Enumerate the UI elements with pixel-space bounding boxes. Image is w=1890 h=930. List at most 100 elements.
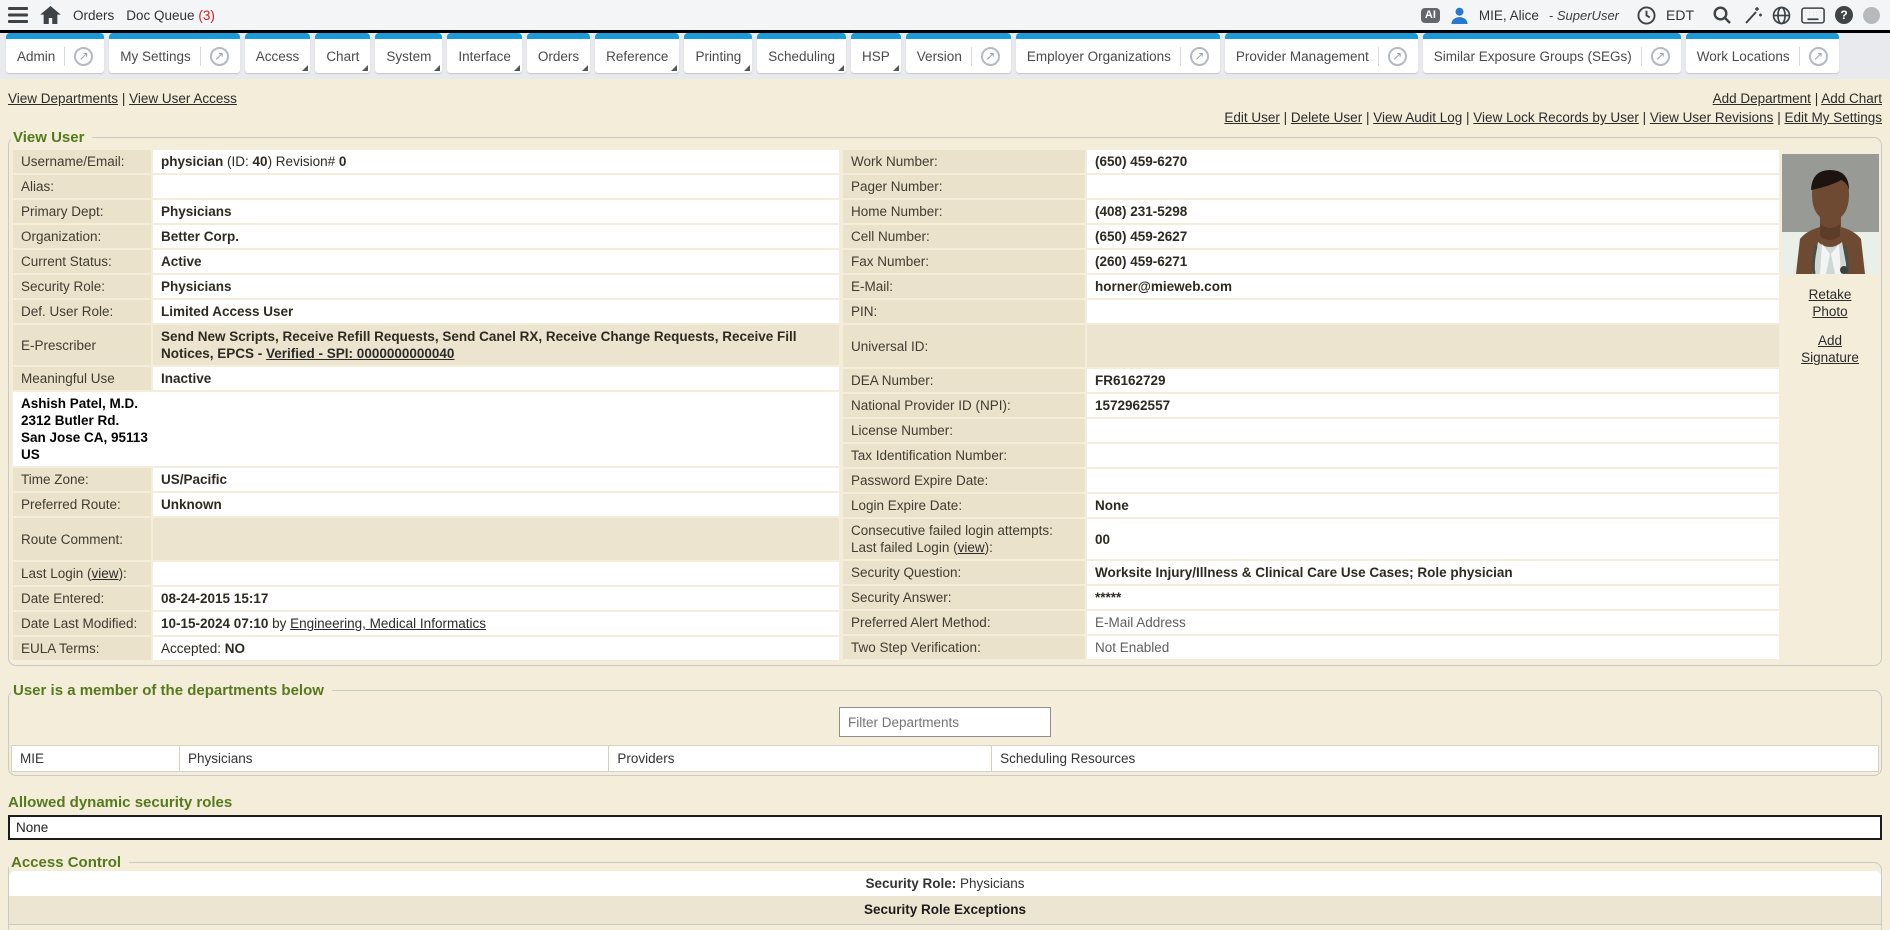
tab-similar-exposure-groups-segs[interactable]: Similar Exposure Groups (SEGs) ↗	[1423, 33, 1681, 73]
help-icon[interactable]: ?	[1835, 6, 1853, 24]
field-value: *****	[1087, 586, 1779, 609]
field-label: Two Step Verification:	[843, 636, 1085, 659]
department-cell-physicians[interactable]: Physicians	[180, 746, 609, 772]
nav-doc-queue[interactable]: Doc Queue (3)	[126, 8, 215, 23]
view-audit-log-link[interactable]: View Audit Log	[1373, 110, 1462, 125]
field-value	[153, 175, 839, 198]
text: None	[1095, 498, 1129, 513]
view-user-revisions-link[interactable]: View User Revisions	[1650, 110, 1774, 125]
popout-icon[interactable]: ↗	[1378, 47, 1407, 66]
table-row: Login Expire Date:None	[843, 494, 1779, 517]
tab-access[interactable]: Access	[245, 33, 311, 73]
departments-title: User is a member of the departments belo…	[11, 682, 332, 699]
text: Inactive	[161, 371, 211, 386]
view-lock-records-by-user-link[interactable]: View Lock Records by User	[1473, 110, 1639, 125]
clock-icon[interactable]	[1637, 6, 1656, 25]
add-chart-link[interactable]: Add Chart	[1821, 91, 1882, 106]
text: Security Answer:	[851, 590, 952, 605]
globe-icon[interactable]	[1772, 6, 1791, 25]
popout-icon[interactable]: ↗	[971, 47, 1000, 66]
field-value: Worksite Injury/Illness & Clinical Care …	[1087, 561, 1779, 584]
nav-orders[interactable]: Orders	[73, 8, 114, 23]
table-row: Universal ID:	[843, 325, 1779, 367]
text: Pager Number:	[851, 179, 943, 194]
field-value: (260) 459-6271	[1087, 250, 1779, 273]
field-label: Organization:	[13, 225, 151, 248]
ai-badge[interactable]: AI	[1421, 8, 1440, 23]
field-value	[1087, 419, 1779, 442]
popout-icon[interactable]: ↗	[1799, 47, 1828, 66]
popout-icon[interactable]: ↗	[1641, 47, 1670, 66]
tab-employer-organizations[interactable]: Employer Organizations↗	[1016, 33, 1220, 73]
departments-table: MIEPhysiciansProvidersScheduling Resourc…	[11, 745, 1879, 772]
tab-printing[interactable]: Printing	[684, 33, 752, 73]
text: 08-24-2015 15:17	[161, 591, 268, 606]
retake-photo-link[interactable]: Retake Photo	[1800, 286, 1860, 320]
tab-my-settings[interactable]: My Settings↗	[109, 33, 240, 73]
table-row: Primary Dept:Physicians	[13, 200, 839, 223]
edit-my-settings-link[interactable]: Edit My Settings	[1784, 110, 1882, 125]
filter-departments-input[interactable]	[839, 707, 1051, 737]
tab-reference[interactable]: Reference	[595, 33, 679, 73]
tab-interface[interactable]: Interface	[447, 33, 522, 73]
home-icon[interactable]	[40, 6, 61, 24]
field-label: Time Zone:	[13, 468, 151, 491]
hamburger-menu-icon[interactable]	[8, 7, 28, 23]
tab-chart[interactable]: Chart	[315, 33, 370, 73]
field-value: Inactive	[153, 367, 839, 390]
verified-spi-0000000000040-link[interactable]: Verified - SPI: 0000000000040	[266, 346, 454, 361]
current-user-name[interactable]: MIE, Alice	[1479, 8, 1539, 23]
tab-system[interactable]: System	[375, 33, 442, 73]
field-value: 08-24-2015 15:17	[153, 587, 839, 610]
table-row: Work Number:(650) 459-6270	[843, 150, 1779, 173]
text: (ID:	[223, 154, 252, 169]
tab-scheduling[interactable]: Scheduling	[757, 33, 846, 73]
field-label: Work Number:	[843, 150, 1085, 173]
delete-user-link[interactable]: Delete User	[1291, 110, 1362, 125]
tab-admin[interactable]: Admin↗	[6, 33, 104, 73]
tab-provider-management[interactable]: Provider Management ↗	[1225, 33, 1418, 73]
tab-orders[interactable]: Orders	[527, 33, 590, 73]
department-cell-mie[interactable]: MIE	[12, 746, 180, 772]
tab-label: System	[386, 49, 431, 64]
view-user-access-link[interactable]: View User Access	[129, 91, 237, 106]
department-cell-providers[interactable]: Providers	[609, 746, 992, 772]
edit-user-link[interactable]: Edit User	[1224, 110, 1280, 125]
table-row: Security Question:Worksite Injury/Illnes…	[843, 561, 1779, 584]
tab-label: Provider Management	[1236, 49, 1369, 64]
engineering-medical-informatics-link[interactable]: Engineering, Medical Informatics	[290, 616, 486, 631]
search-icon[interactable]	[1712, 5, 1732, 25]
table-row: Date Last Modified:10-15-2024 07:10 by E…	[13, 612, 839, 635]
tab-label: Chart	[326, 49, 359, 64]
tab-version[interactable]: Version↗	[906, 33, 1011, 73]
tab-hsp[interactable]: HSP	[851, 33, 901, 73]
text: DEA Number:	[851, 373, 934, 388]
field-value	[1087, 325, 1779, 367]
add-department-link[interactable]: Add Department	[1713, 91, 1811, 106]
field-value: None	[1087, 494, 1779, 517]
add-signature-link[interactable]: Add Signature	[1795, 332, 1865, 366]
field-value	[1087, 300, 1779, 323]
field-value: US/Pacific	[153, 468, 839, 491]
field-value: (650) 459-6270	[1087, 150, 1779, 173]
user-avatar-icon[interactable]	[1450, 6, 1469, 25]
field-label: Username/Email:	[13, 150, 151, 173]
magic-wand-icon[interactable]	[1742, 5, 1762, 25]
field-label: Preferred Route:	[13, 493, 151, 516]
view-link[interactable]: view	[92, 566, 119, 581]
tab-label: Orders	[538, 49, 579, 64]
field-label: Security Answer:	[843, 586, 1085, 609]
tab-label: Similar Exposure Groups (SEGs)	[1434, 49, 1632, 64]
popout-icon[interactable]: ↗	[64, 47, 93, 66]
keyboard-icon[interactable]	[1801, 7, 1825, 24]
doc-queue-count: (3)	[198, 8, 215, 23]
field-label: E-Prescriber	[13, 325, 151, 365]
field-label: Security Role:	[13, 275, 151, 298]
popout-icon[interactable]: ↗	[200, 47, 229, 66]
link-separator: |	[1362, 110, 1373, 125]
department-cell-scheduling-resources[interactable]: Scheduling Resources	[992, 746, 1879, 772]
view-departments-link[interactable]: View Departments	[8, 91, 118, 106]
popout-icon[interactable]: ↗	[1180, 47, 1209, 66]
tab-work-locations[interactable]: Work Locations↗	[1686, 33, 1839, 73]
view-link[interactable]: view	[958, 540, 985, 555]
